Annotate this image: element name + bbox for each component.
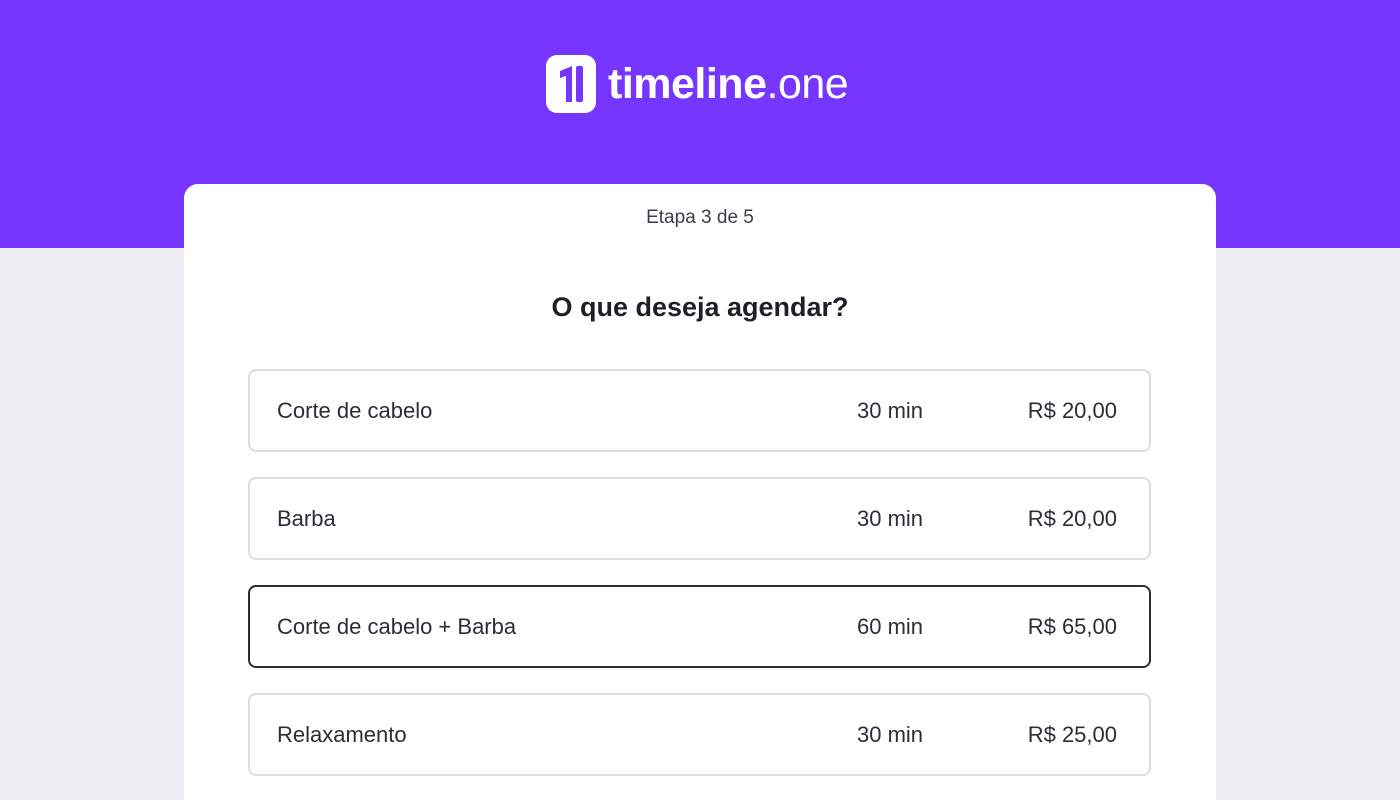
step-indicator: Etapa 3 de 5: [646, 207, 754, 228]
brand-name: timeline.one: [608, 59, 849, 108]
service-name: Corte de cabelo: [277, 397, 433, 423]
service-name: Corte de cabelo + Barba: [277, 613, 517, 639]
service-price: R$ 25,00: [1027, 721, 1117, 747]
page-title: O que deseja agendar?: [551, 292, 849, 322]
timeline-one-logo-icon: [546, 55, 596, 113]
brand-logo: timeline.one: [546, 54, 849, 114]
service-option[interactable]: Corte de cabelo 30 min R$ 20,00: [248, 369, 1151, 452]
service-option[interactable]: Relaxamento 30 min R$ 25,00: [248, 693, 1151, 776]
service-list: Corte de cabelo 30 min R$ 20,00 Barba 30…: [248, 369, 1151, 776]
service-option[interactable]: Barba 30 min R$ 20,00: [248, 477, 1151, 560]
brand-name-bold: timeline: [608, 59, 767, 108]
brand-name-light: .one: [766, 59, 849, 108]
service-price: R$ 20,00: [1027, 505, 1117, 531]
service-name: Barba: [277, 505, 336, 531]
service-price: R$ 20,00: [1027, 397, 1117, 423]
service-duration: 30 min: [857, 505, 924, 531]
service-duration: 30 min: [857, 721, 924, 747]
service-name: Relaxamento: [277, 721, 407, 747]
booking-page: timeline.one Etapa 3 de 5 O que deseja a…: [0, 0, 1400, 800]
service-duration: 30 min: [857, 397, 924, 423]
service-option[interactable]: Corte de cabelo + Barba 60 min R$ 65,00: [248, 585, 1151, 668]
service-duration: 60 min: [857, 613, 924, 639]
service-price: R$ 65,00: [1027, 613, 1117, 639]
